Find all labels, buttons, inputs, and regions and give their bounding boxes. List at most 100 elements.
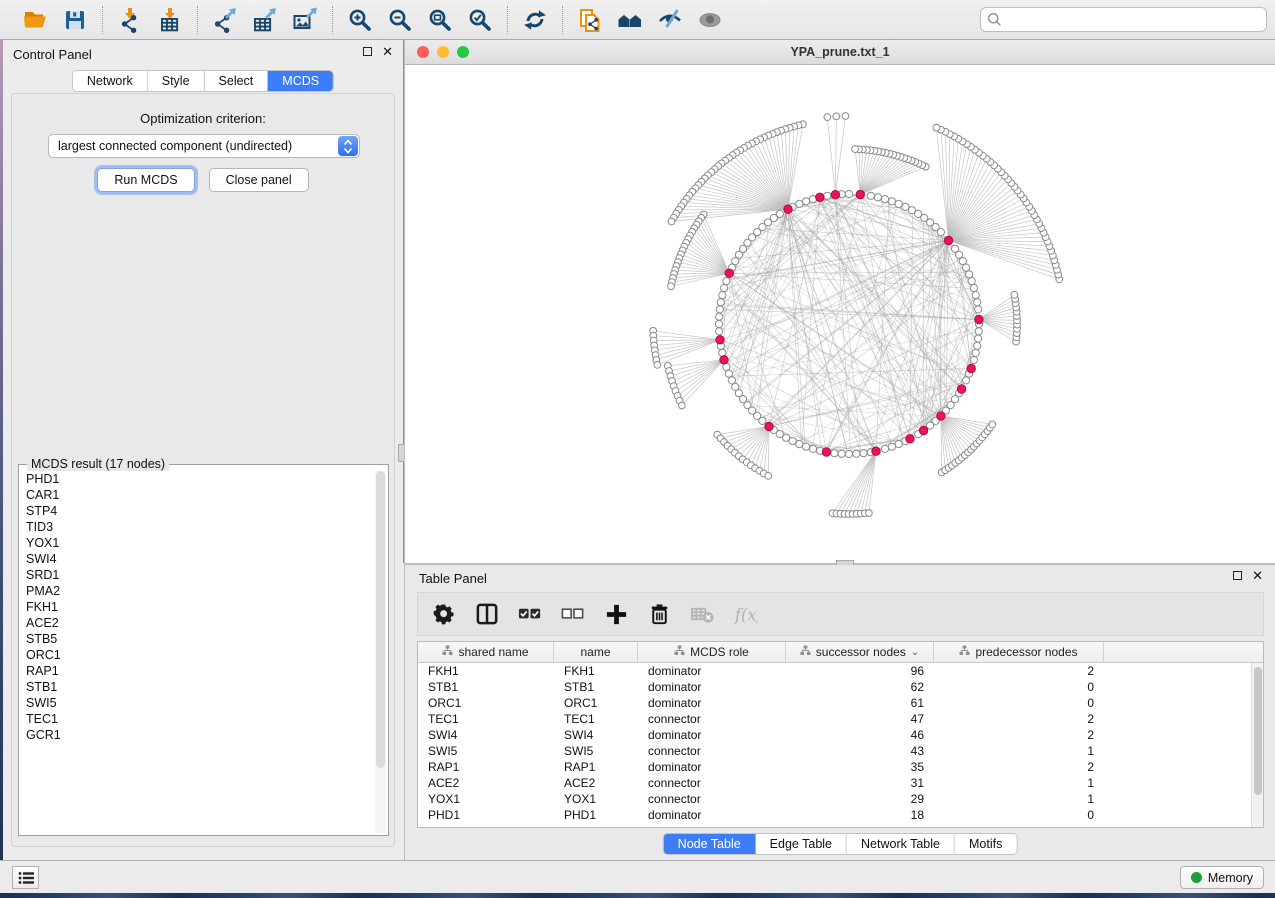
mcds-result-item[interactable]: RAP1 (21, 663, 374, 679)
deselect-all-icon[interactable] (561, 599, 586, 629)
table-row[interactable]: SWI4SWI4dominator462 (418, 727, 1263, 743)
table-row[interactable]: TEC1TEC1connector472 (418, 711, 1263, 727)
export-image-icon[interactable] (288, 4, 322, 36)
open-file-icon[interactable] (18, 4, 52, 36)
table-cell: STB1 (554, 679, 638, 695)
mcds-result-title: MCDS result (17 nodes) (27, 457, 169, 471)
table-cell: TEC1 (418, 711, 554, 727)
mcds-result-item[interactable]: ACE2 (21, 615, 374, 631)
tab-edge-table[interactable]: Edge Table (756, 834, 847, 854)
table-scrollbar[interactable] (1251, 663, 1263, 827)
first-neighbors-icon[interactable] (613, 4, 647, 36)
tab-select[interactable]: Select (205, 71, 269, 91)
mcds-result-item[interactable]: PHD1 (21, 471, 374, 487)
run-mcds-button[interactable]: Run MCDS (97, 168, 194, 192)
select-all-icon[interactable] (518, 599, 543, 629)
mcds-result-item[interactable]: YOX1 (21, 535, 374, 551)
mcds-result-item[interactable]: STP4 (21, 503, 374, 519)
close-panel-button[interactable]: Close panel (209, 168, 309, 192)
network-canvas[interactable] (405, 66, 1275, 563)
function-builder-icon: f(x) (733, 599, 758, 629)
tab-style[interactable]: Style (148, 71, 205, 91)
clone-network-icon[interactable] (573, 4, 607, 36)
mcds-result-item[interactable]: STB1 (21, 679, 374, 695)
optimization-criterion-select[interactable]: largest connected component (undirected) (48, 134, 360, 158)
close-icon[interactable]: ✕ (1252, 571, 1263, 580)
export-network-icon[interactable] (208, 4, 242, 36)
float-icon[interactable] (363, 47, 372, 56)
table-row[interactable]: FKH1FKH1dominator962 (418, 663, 1263, 679)
mcds-result-item[interactable]: TID3 (21, 519, 374, 535)
table-cell: ORC1 (418, 695, 554, 711)
zoom-fit-icon[interactable] (423, 4, 457, 36)
table-row[interactable]: YOX1YOX1connector291 (418, 791, 1263, 807)
mcds-result-item[interactable]: SWI4 (21, 551, 374, 567)
dropdown-spinner-icon (338, 136, 358, 156)
table-row[interactable]: RAP1RAP1dominator352 (418, 759, 1263, 775)
table-cell: 46 (786, 727, 934, 743)
table-cell: RAP1 (418, 759, 554, 775)
table-cell: 61 (786, 695, 934, 711)
mcds-result-item[interactable]: PMA2 (21, 583, 374, 599)
zoom-selected-icon[interactable] (463, 4, 497, 36)
control-panel: Control Panel ✕ NetworkStyleSelectMCDS O… (3, 40, 403, 860)
column-type-icon (959, 645, 970, 659)
table-cell: connector (638, 711, 786, 727)
table-row[interactable]: STB1STB1dominator620 (418, 679, 1263, 695)
tab-network[interactable]: Network (73, 71, 148, 91)
table-cell: 96 (786, 663, 934, 679)
tab-motifs[interactable]: Motifs (955, 834, 1016, 854)
column-type-icon (674, 645, 685, 659)
mcds-result-item[interactable]: SWI5 (21, 695, 374, 711)
add-column-icon[interactable] (604, 599, 629, 629)
settings-gear-icon[interactable] (432, 599, 457, 629)
table-row[interactable]: ORC1ORC1dominator610 (418, 695, 1263, 711)
memory-label: Memory (1208, 871, 1253, 885)
tab-mcds[interactable]: MCDS (268, 71, 333, 91)
mcds-result-item[interactable]: ORC1 (21, 647, 374, 663)
delete-column-icon[interactable] (647, 599, 672, 629)
table-row[interactable]: PHD1PHD1dominator180 (418, 807, 1263, 823)
refresh-icon[interactable] (518, 4, 552, 36)
float-icon[interactable] (1233, 571, 1242, 580)
column-header-MCDS-role[interactable]: MCDS role (638, 642, 786, 662)
column-header-shared-name[interactable]: shared name (418, 642, 554, 662)
column-header-name[interactable]: name (554, 642, 638, 662)
mcds-result-item[interactable]: TEC1 (21, 711, 374, 727)
table-row[interactable]: SWI5SWI5connector431 (418, 743, 1263, 759)
table-cell: PHD1 (554, 807, 638, 823)
memory-button[interactable]: Memory (1180, 866, 1264, 889)
zoom-out-icon[interactable] (383, 4, 417, 36)
result-list-scrollbar[interactable] (375, 471, 386, 833)
column-selector-icon[interactable] (475, 599, 500, 629)
import-network-icon[interactable] (113, 4, 147, 36)
table-cell: 2 (934, 711, 1104, 727)
save-session-icon[interactable] (58, 4, 92, 36)
task-list-icon[interactable] (12, 866, 39, 889)
mcds-result-item[interactable]: CAR1 (21, 487, 374, 503)
close-icon[interactable]: ✕ (382, 47, 393, 56)
table-row[interactable]: ACE2ACE2connector311 (418, 775, 1263, 791)
search-box (980, 7, 1267, 32)
mcds-result-item[interactable]: GCR1 (21, 727, 374, 743)
table-cell: FKH1 (554, 663, 638, 679)
mcds-result-item[interactable]: SRD1 (21, 567, 374, 583)
column-header-successor-nodes[interactable]: successor nodes⌄ (786, 642, 934, 662)
tab-node-table[interactable]: Node Table (664, 834, 756, 854)
mcds-result-list[interactable]: PHD1CAR1STP4TID3YOX1SWI4SRD1PMA2FKH1ACE2… (21, 471, 374, 833)
mcds-result-item[interactable]: FKH1 (21, 599, 374, 615)
table-cell: connector (638, 775, 786, 791)
hide-selected-icon[interactable] (653, 4, 687, 36)
table-cell: RAP1 (554, 759, 638, 775)
search-input[interactable] (980, 7, 1267, 32)
network-window-titlebar[interactable]: YPA_prune.txt_1 (405, 40, 1275, 65)
zoom-in-icon[interactable] (343, 4, 377, 36)
table-cell: 29 (786, 791, 934, 807)
show-all-icon[interactable] (693, 4, 727, 36)
column-header-predecessor-nodes[interactable]: predecessor nodes (934, 642, 1104, 662)
tab-network-table[interactable]: Network Table (847, 834, 955, 854)
export-table-icon[interactable] (248, 4, 282, 36)
import-table-icon[interactable] (153, 4, 187, 36)
optimization-criterion-value: largest connected component (undirected) (49, 139, 338, 153)
mcds-result-item[interactable]: STB5 (21, 631, 374, 647)
